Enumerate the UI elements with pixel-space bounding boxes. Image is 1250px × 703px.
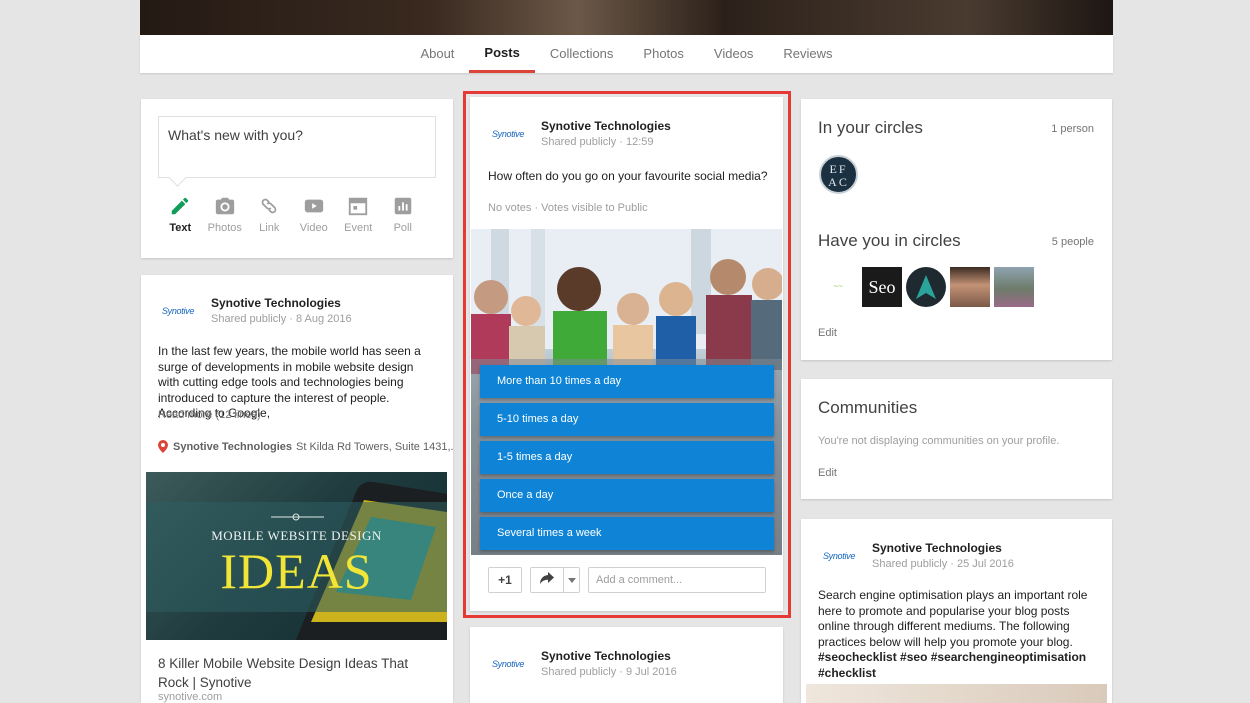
- post-actions: +1 Add a comment...: [488, 567, 766, 593]
- composer-tool-poll[interactable]: Poll: [381, 195, 426, 234]
- post-image[interactable]: [806, 684, 1107, 703]
- communities-title: Communities: [818, 398, 918, 417]
- post-meta[interactable]: Shared publicly · 8 Aug 2016: [211, 313, 352, 325]
- poll-option[interactable]: More than 10 times a day: [480, 365, 774, 398]
- have-circles-title: Have you in circles: [818, 231, 961, 250]
- avatar[interactable]: Seo: [862, 267, 902, 307]
- poll-icon: [394, 197, 411, 215]
- post-author: Synotive Synotive Technologies Shared pu…: [488, 649, 677, 678]
- tool-label: Link: [259, 222, 280, 234]
- post-hashtags[interactable]: #seochecklist #seo #searchengineoptimisa…: [818, 650, 1086, 680]
- avatar[interactable]: [994, 267, 1034, 307]
- composer-input[interactable]: What's new with you?: [158, 116, 436, 178]
- link-icon: [261, 198, 277, 214]
- post-card: Synotive Synotive Technologies Shared pu…: [141, 275, 453, 703]
- post-location[interactable]: Synotive Technologies St Kilda Rd Towers…: [158, 440, 453, 453]
- have-circles-count[interactable]: 5 people: [1052, 236, 1094, 248]
- author-name[interactable]: Synotive Technologies: [211, 296, 352, 310]
- poll-option[interactable]: 1-5 times a day: [480, 441, 774, 474]
- camera-icon: [215, 197, 234, 215]
- poll-option[interactable]: 5-10 times a day: [480, 403, 774, 436]
- avatar[interactable]: [906, 267, 946, 307]
- synotive-logo[interactable]: Synotive: [158, 306, 198, 316]
- poll-option[interactable]: Several times a week: [480, 517, 774, 550]
- post-author: Synotive Synotive Technologies Shared pu…: [158, 296, 352, 325]
- post-author: Synotive Synotive Technologies Shared pu…: [488, 119, 671, 148]
- in-circles-count[interactable]: 1 person: [1051, 123, 1094, 135]
- communities-card: Communities You're not displaying commun…: [801, 379, 1112, 499]
- tab-photos[interactable]: Photos: [628, 35, 698, 73]
- composer-tool-photos[interactable]: Photos: [203, 195, 248, 234]
- synotive-logo[interactable]: Synotive: [488, 129, 528, 139]
- tab-about[interactable]: About: [405, 35, 469, 73]
- calendar-icon: [349, 197, 368, 216]
- in-circles-title: In your circles: [818, 118, 923, 137]
- comment-input[interactable]: Add a comment...: [588, 567, 766, 593]
- composer-tool-video[interactable]: Video: [292, 195, 337, 234]
- link-title[interactable]: 8 Killer Mobile Website Design Ideas Tha…: [158, 654, 428, 692]
- tool-label: Text: [169, 222, 192, 234]
- location-address: St Kilda Rd Towers, Suite 1431,...: [296, 440, 453, 453]
- image-caption-line2: IDEAS: [220, 543, 373, 599]
- avatar[interactable]: EF AC: [819, 155, 858, 194]
- post-meta[interactable]: Shared publicly · 12:59: [541, 136, 671, 148]
- poll-option[interactable]: Once a day: [480, 479, 774, 512]
- post-author: Synotive Synotive Technologies Shared pu…: [819, 541, 1014, 570]
- composer-tools: Text Photos Link Video Event Poll: [158, 195, 425, 234]
- post-card: Synotive Synotive Technologies Shared pu…: [470, 627, 783, 703]
- tab-collections[interactable]: Collections: [535, 35, 629, 73]
- edit-circles-link[interactable]: Edit: [818, 327, 837, 339]
- composer-tool-event[interactable]: Event: [336, 195, 381, 234]
- poll-post-card: Synotive Synotive Technologies Shared pu…: [470, 97, 783, 611]
- author-name[interactable]: Synotive Technologies: [541, 649, 677, 663]
- post-body-text: Search engine optimisation plays an impo…: [818, 588, 1088, 649]
- chevron-down-icon[interactable]: [563, 568, 579, 592]
- post-meta[interactable]: Shared publicly · 9 Jul 2016: [541, 666, 677, 678]
- author-name[interactable]: Synotive Technologies: [541, 119, 671, 133]
- tab-videos[interactable]: Videos: [699, 35, 769, 73]
- edit-communities-link[interactable]: Edit: [818, 467, 837, 479]
- read-more-link[interactable]: Read more (12 lines): [158, 409, 261, 421]
- link-preview-image[interactable]: MOBILE WEBSITE DESIGN IDEAS: [146, 472, 447, 640]
- composer-tool-link[interactable]: Link: [247, 195, 292, 234]
- composer-tool-text[interactable]: Text: [158, 195, 203, 234]
- author-name[interactable]: Synotive Technologies: [872, 541, 1014, 555]
- tool-label: Video: [299, 222, 328, 234]
- share-button[interactable]: [530, 567, 580, 593]
- synotive-logo[interactable]: Synotive: [488, 659, 528, 669]
- avatar[interactable]: [950, 267, 990, 307]
- poll-question: How often do you go on your favourite so…: [488, 169, 768, 183]
- share-icon: [531, 571, 563, 589]
- location-pin-icon: [158, 440, 168, 453]
- pencil-icon: [172, 197, 189, 215]
- post-meta[interactable]: Shared publicly · 25 Jul 2016: [872, 558, 1014, 570]
- communities-text: You're not displaying communities on you…: [818, 435, 1060, 447]
- link-domain[interactable]: synotive.com: [158, 691, 222, 703]
- cover-photo: [140, 0, 1113, 35]
- tab-posts[interactable]: Posts: [469, 35, 535, 73]
- synotive-logo[interactable]: Synotive: [819, 551, 859, 561]
- post-body: Search engine optimisation plays an impo…: [818, 588, 1098, 682]
- post-composer: What's new with you? Text Photos Link Vi…: [141, 99, 453, 258]
- profile-tabs: About Posts Collections Photos Videos Re…: [140, 35, 1113, 73]
- follower-avatars: ~~ Seo: [818, 267, 1034, 307]
- post-card: Synotive Synotive Technologies Shared pu…: [801, 519, 1112, 703]
- circles-card: In your circles 1 person EF AC Have you i…: [801, 99, 1112, 360]
- location-name: Synotive Technologies: [173, 440, 292, 453]
- tool-label: Poll: [393, 222, 412, 234]
- arrow-logo-icon: [916, 275, 936, 299]
- video-icon: [304, 199, 323, 213]
- tab-reviews[interactable]: Reviews: [768, 35, 847, 73]
- poll-background-image: More than 10 times a day 5-10 times a da…: [471, 229, 782, 555]
- avatar-initials-bottom: AC: [828, 175, 849, 189]
- avatar[interactable]: ~~: [818, 267, 858, 307]
- tool-label: Photos: [207, 222, 242, 234]
- tool-label: Event: [344, 222, 373, 234]
- poll-votes-status: No votes · Votes visible to Public: [488, 202, 648, 214]
- plus-one-button[interactable]: +1: [488, 567, 522, 593]
